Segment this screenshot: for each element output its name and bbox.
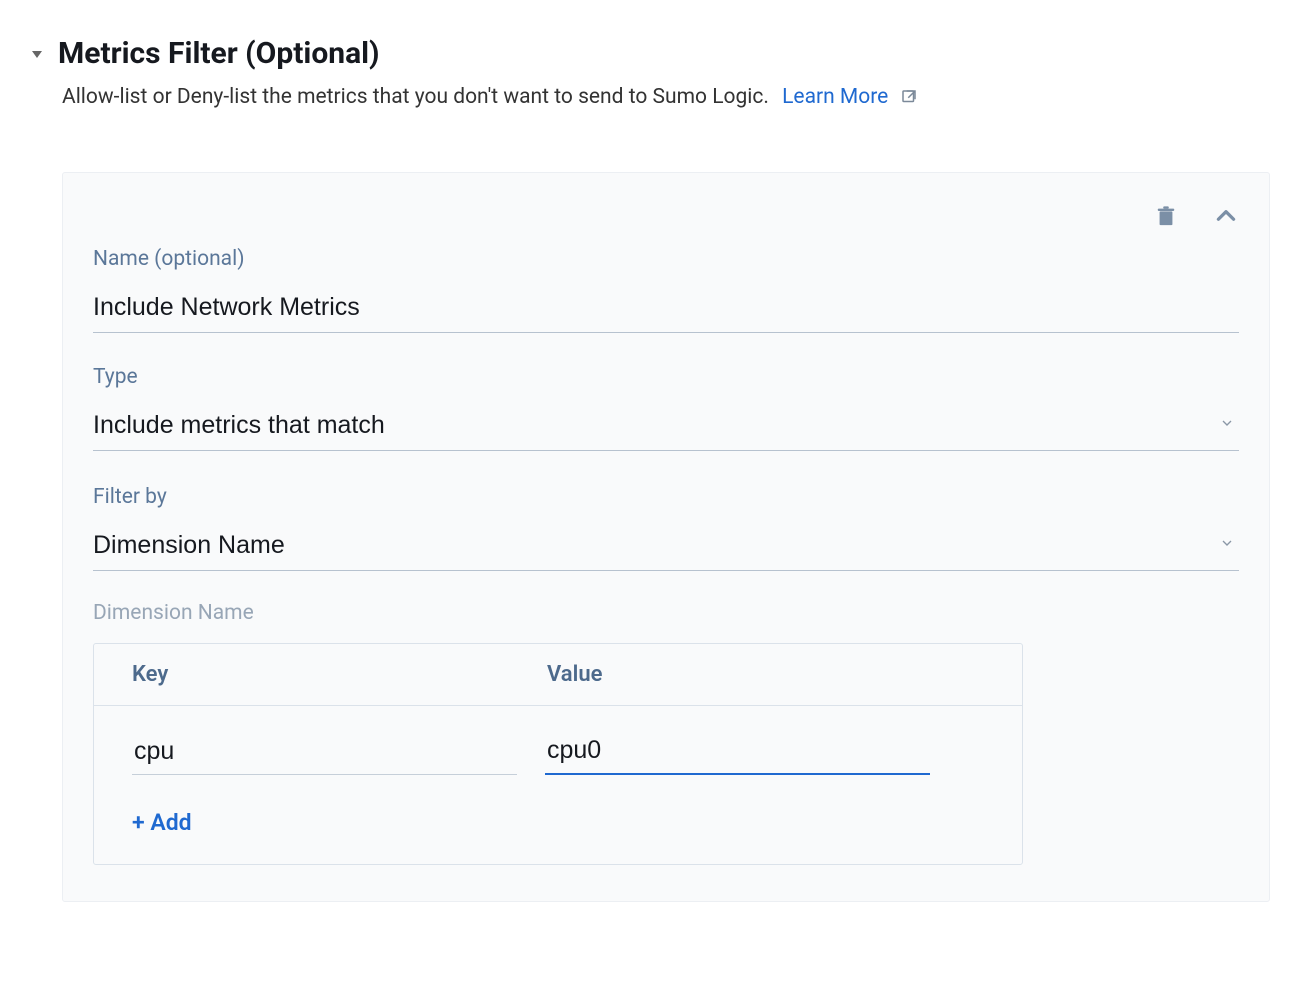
- section-description-text: Allow-list or Deny-list the metrics that…: [62, 85, 769, 109]
- filter-by-select[interactable]: [93, 527, 1239, 571]
- name-field: Name (optional): [93, 247, 1239, 333]
- key-header: Key: [132, 662, 547, 687]
- filter-by-field: Filter by: [93, 485, 1239, 571]
- dimension-table: Key Value + Add: [93, 643, 1023, 865]
- type-label: Type: [93, 365, 1239, 389]
- filter-by-label: Filter by: [93, 485, 1239, 509]
- type-field: Type: [93, 365, 1239, 451]
- value-header: Value: [547, 662, 984, 687]
- dimension-name-label: Dimension Name: [93, 601, 1239, 625]
- name-input[interactable]: [93, 289, 1239, 333]
- dimension-key-input[interactable]: [132, 733, 517, 775]
- chevron-up-icon[interactable]: [1213, 203, 1239, 229]
- card-controls: [93, 203, 1239, 229]
- section-header: Metrics Filter (Optional): [30, 36, 1270, 71]
- section-title: Metrics Filter (Optional): [58, 36, 380, 71]
- external-link-icon: [900, 88, 918, 106]
- learn-more-link[interactable]: Learn More: [782, 85, 888, 109]
- metrics-filter-card: Name (optional) Type Filter by Dimension…: [62, 172, 1270, 902]
- table-row: [132, 732, 984, 775]
- trash-icon[interactable]: [1155, 203, 1177, 229]
- disclosure-triangle-icon[interactable]: [30, 47, 44, 61]
- section-description: Allow-list or Deny-list the metrics that…: [62, 83, 1270, 112]
- dimension-value-input[interactable]: [545, 732, 930, 775]
- type-select[interactable]: [93, 407, 1239, 451]
- table-header: Key Value: [94, 644, 1022, 706]
- add-button[interactable]: + Add: [132, 809, 192, 836]
- name-label: Name (optional): [93, 247, 1239, 271]
